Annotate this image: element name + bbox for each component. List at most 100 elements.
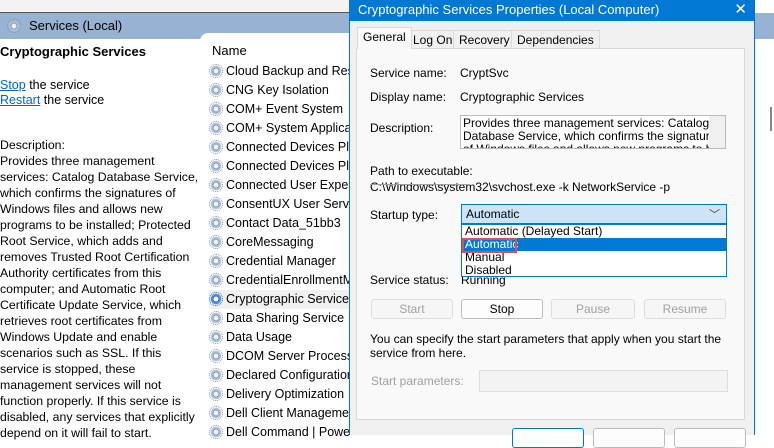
list-item[interactable]: CNG Key Isolation xyxy=(209,81,350,100)
service-name: Cryptographic Services xyxy=(226,292,350,306)
selected-service-title: Cryptographic Services xyxy=(0,44,146,59)
service-name-label: Service name: xyxy=(370,66,447,80)
tab-general[interactable]: General xyxy=(357,27,412,49)
chevron-down-icon: ﹀ xyxy=(709,209,720,221)
dialog-title: Cryptographic Services Properties (Local… xyxy=(358,2,660,17)
service-name: Cloud Backup and Restore xyxy=(226,64,350,78)
service-gear-icon xyxy=(209,197,223,211)
startup-type-dropdown: Automatic (Delayed Start) Automatic Manu… xyxy=(461,224,727,277)
service-name: Delivery Optimization xyxy=(226,387,345,401)
divider xyxy=(370,184,470,185)
dialog-titlebar[interactable]: Cryptographic Services Properties (Local… xyxy=(350,0,755,21)
resume-button[interactable]: Resume xyxy=(644,299,726,319)
service-name: CNG Key Isolation xyxy=(226,83,329,97)
service-gear-icon xyxy=(209,387,223,401)
startup-type-value: Automatic xyxy=(466,207,520,221)
list-item[interactable]: Data Sharing Service xyxy=(209,309,350,328)
extended-description-pane: Cryptographic Services Stop the service … xyxy=(0,39,205,440)
service-gear-icon xyxy=(209,368,223,382)
start-button[interactable]: Start xyxy=(371,299,453,319)
service-name: Credential Manager xyxy=(226,254,336,268)
apply-button[interactable] xyxy=(674,428,746,448)
service-name: COM+ System Application xyxy=(226,121,350,135)
service-name: Contact Data_51bb3 xyxy=(226,216,341,230)
service-name: Connected Devices Platform xyxy=(226,159,350,173)
properties-dialog: Cryptographic Services Properties (Local… xyxy=(349,0,755,448)
tab-recovery[interactable]: Recovery xyxy=(453,30,516,48)
service-gear-icon xyxy=(209,159,223,173)
stop-suffix: the service xyxy=(25,78,90,92)
list-item[interactable]: Dell Client Management xyxy=(209,404,350,423)
list-item[interactable]: COM+ Event System xyxy=(209,100,350,119)
background-window-edge xyxy=(754,0,774,435)
service-gear-icon xyxy=(209,311,223,325)
service-gear-icon xyxy=(209,235,223,249)
list-item[interactable]: Connected Devices Platform xyxy=(209,157,350,176)
service-gear-icon xyxy=(209,102,223,116)
description-scrollbar[interactable] xyxy=(709,116,725,148)
description-text: Provides three management services: Cata… xyxy=(0,154,199,440)
path-label: Path to executable: xyxy=(370,164,473,178)
stop-button[interactable]: Stop xyxy=(461,299,543,319)
list-item[interactable]: CredentialEnrollmentManager xyxy=(209,271,350,290)
pause-button[interactable]: Pause xyxy=(551,299,635,319)
tab-log-on[interactable]: Log On xyxy=(407,30,459,48)
service-name: Data Usage xyxy=(226,330,293,344)
list-item[interactable]: Connected User Experiences xyxy=(209,176,350,195)
services-gear-icon xyxy=(7,19,21,33)
list-item[interactable]: Dell Command | Power xyxy=(209,423,350,442)
service-gear-icon xyxy=(209,425,223,439)
service-name: Connected User Experiences xyxy=(226,178,350,192)
start-params-label: Start parameters: xyxy=(371,374,464,388)
list-item[interactable]: Cryptographic Services xyxy=(209,290,350,309)
service-name: CredentialEnrollmentManager xyxy=(226,273,350,287)
service-gear-icon xyxy=(209,273,223,287)
service-name: Connected Devices Platform xyxy=(226,140,350,154)
list-item[interactable]: CoreMessaging xyxy=(209,233,350,252)
service-name: Dell Client Management xyxy=(226,406,350,420)
services-list: Name Cloud Backup and Restore CNG Key Iso… xyxy=(200,33,350,439)
list-item[interactable]: Contact Data_51bb3 xyxy=(209,214,350,233)
list-item[interactable]: Cloud Backup and Restore xyxy=(209,62,350,81)
option-disabled[interactable]: Disabled xyxy=(462,264,726,277)
start-params-hint: You can specify the start parameters tha… xyxy=(370,332,722,360)
cancel-button[interactable] xyxy=(593,428,665,448)
service-gear-icon xyxy=(209,254,223,268)
column-header-name[interactable]: Name xyxy=(212,43,247,58)
list-item[interactable]: Credential Manager xyxy=(209,252,350,271)
list-item[interactable]: Delivery Optimization xyxy=(209,385,350,404)
start-params-input[interactable] xyxy=(479,370,728,392)
ok-button[interactable] xyxy=(512,428,584,448)
service-gear-icon xyxy=(209,121,223,135)
service-gear-icon xyxy=(209,349,223,363)
list-item[interactable]: Connected Devices Platform xyxy=(209,138,350,157)
service-gear-icon xyxy=(209,83,223,97)
path-value: C:\Windows\system32\svchost.exe -k Netwo… xyxy=(370,180,671,194)
tab-dependencies[interactable]: Dependencies xyxy=(511,30,600,48)
service-name: COM+ Event System xyxy=(226,102,344,116)
restart-service-link[interactable]: Restart xyxy=(0,93,40,107)
service-gear-icon xyxy=(209,140,223,154)
close-icon[interactable]: ✕ xyxy=(734,0,747,18)
description-value: Provides three management services: Cata… xyxy=(463,116,723,149)
stop-service-link[interactable]: Stop xyxy=(0,78,26,92)
service-name: ConsentUX User Service xyxy=(226,197,350,211)
service-gear-icon xyxy=(209,64,223,78)
list-item[interactable]: ConsentUX User Service xyxy=(209,195,350,214)
service-name-value: CryptSvc xyxy=(460,66,509,80)
scrollbar-thumb[interactable] xyxy=(770,107,772,131)
description-box[interactable]: Provides three management services: Cata… xyxy=(460,115,726,149)
startup-type-label: Startup type: xyxy=(370,208,439,222)
display-name-label: Display name: xyxy=(370,90,447,104)
list-item[interactable]: COM+ System Application xyxy=(209,119,350,138)
service-gear-icon xyxy=(209,292,223,306)
highlight-box xyxy=(462,238,517,253)
description-label: Description: xyxy=(0,138,65,152)
list-item[interactable]: DCOM Server Process Launcher xyxy=(209,347,350,366)
list-item[interactable]: Declared Configuration xyxy=(209,366,350,385)
display-name-value: Cryptographic Services xyxy=(460,90,585,104)
service-name: CoreMessaging xyxy=(226,235,314,249)
list-item[interactable]: Data Usage xyxy=(209,328,350,347)
service-gear-icon xyxy=(209,178,223,192)
startup-type-select[interactable]: Automatic ﹀ xyxy=(461,204,727,224)
